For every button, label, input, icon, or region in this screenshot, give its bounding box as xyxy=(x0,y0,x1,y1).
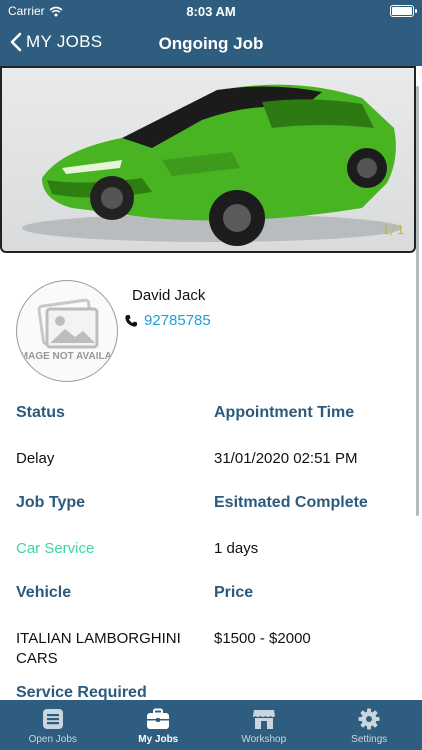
price-value: $1500 - $2000 xyxy=(214,630,311,647)
service-required-label: Service Required xyxy=(16,684,147,700)
top-bar: Carrier 8:03 AM MY JOBS Ongoing Job xyxy=(0,0,422,66)
tab-label: Workshop xyxy=(241,734,287,745)
phone-icon xyxy=(125,314,137,327)
scrollbar[interactable] xyxy=(416,86,419,516)
status-label: Status xyxy=(16,404,65,421)
image-counter: 1/1 xyxy=(382,223,404,237)
vehicle-label: Vehicle xyxy=(16,584,72,601)
price-label: Price xyxy=(214,584,254,601)
clock: 8:03 AM xyxy=(186,4,236,19)
car-photo xyxy=(22,84,402,246)
navigation-bar: MY JOBS Ongoing Job xyxy=(0,24,422,66)
status-value: Delay xyxy=(16,450,55,467)
shop-icon xyxy=(252,710,275,729)
job-type-label: Job Type xyxy=(16,494,86,511)
appointment-value: 31/01/2020 02:51 PM xyxy=(214,450,358,467)
tab-label: Settings xyxy=(351,734,388,745)
job-detail-content[interactable]: 1/1 IMAGE NOT AVAILABLE David Jack 92785… xyxy=(0,66,422,700)
tab-label: Open Jobs xyxy=(28,734,77,745)
phone-number[interactable]: 92785785 xyxy=(144,312,211,329)
vehicle-value-line1: ITALIAN LAMBORGHINI xyxy=(16,630,181,647)
vehicle-value-line2: CARS xyxy=(16,650,58,667)
tab-bar: Open Jobs My Jobs Workshop Settings xyxy=(0,700,422,750)
tab-workshop[interactable]: Workshop xyxy=(211,700,317,750)
battery-icon xyxy=(390,5,417,17)
estimated-complete-value: 1 days xyxy=(214,540,259,557)
avatar-placeholder-text: IMAGE NOT AVAILABLE xyxy=(17,351,117,362)
tab-label: My Jobs xyxy=(138,734,179,745)
tab-my-jobs[interactable]: My Jobs xyxy=(106,700,212,750)
job-type-value: Car Service xyxy=(16,540,95,557)
briefcase-icon xyxy=(147,708,170,729)
tab-settings[interactable]: Settings xyxy=(317,700,422,750)
status-bar: Carrier 8:03 AM xyxy=(0,0,422,22)
gear-icon xyxy=(358,708,380,730)
vehicle-photo-gallery[interactable]: 1/1 xyxy=(0,66,416,253)
list-icon xyxy=(42,709,63,729)
page-title: Ongoing Job xyxy=(158,34,264,53)
estimated-complete-label: Esitmated Complete xyxy=(214,494,368,511)
tab-open-jobs[interactable]: Open Jobs xyxy=(0,700,106,750)
image-placeholder-icon xyxy=(37,298,99,349)
appointment-label: Appointment Time xyxy=(214,404,355,421)
customer-avatar: IMAGE NOT AVAILABLE xyxy=(16,280,118,382)
customer-name: David Jack xyxy=(132,287,206,304)
phone-link[interactable]: 92785785 xyxy=(124,312,211,329)
